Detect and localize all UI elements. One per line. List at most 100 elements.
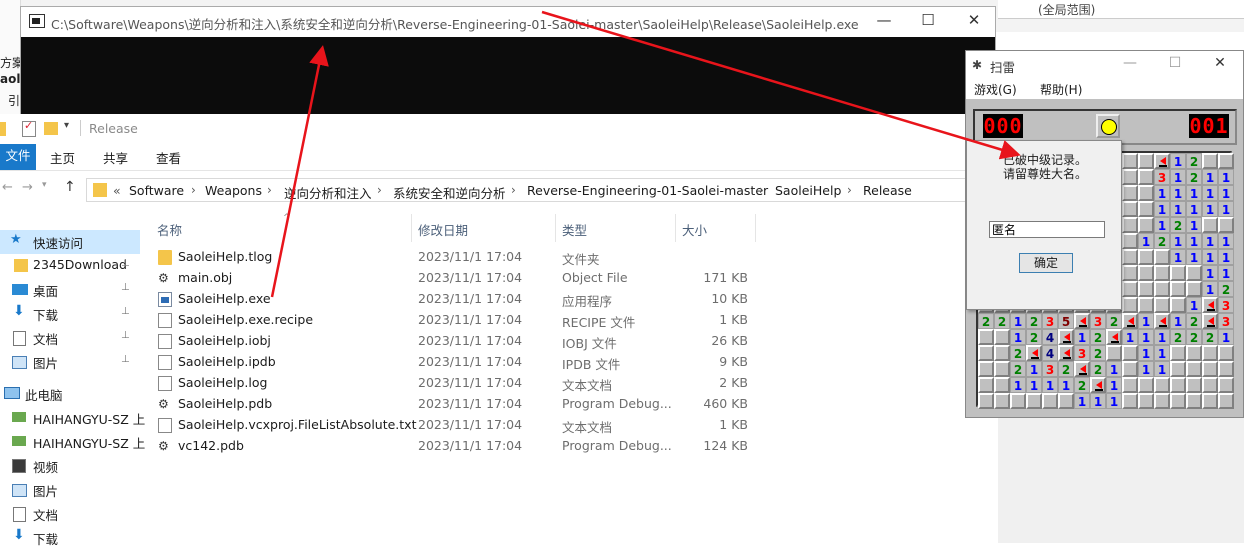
column-divider[interactable] — [675, 214, 676, 242]
flag-icon[interactable] — [1058, 329, 1074, 345]
cell-covered[interactable] — [1122, 281, 1138, 297]
cell-number[interactable]: 3 — [1090, 313, 1106, 329]
tab-share[interactable]: 共享 — [103, 148, 128, 167]
cell-number[interactable]: 1 — [1202, 265, 1218, 281]
cell-number[interactable]: 1 — [1138, 361, 1154, 377]
cell-covered[interactable] — [1138, 185, 1154, 201]
cell-number[interactable]: 2 — [1010, 361, 1026, 377]
cell-number[interactable]: 1 — [1026, 377, 1042, 393]
flag-icon[interactable] — [1026, 345, 1042, 361]
recent-dropdown-icon[interactable]: ▾ — [42, 180, 47, 190]
tab-home[interactable]: 主页 — [50, 148, 75, 167]
cell-number[interactable]: 2 — [1186, 329, 1202, 345]
cell-covered[interactable] — [1042, 393, 1058, 409]
cell-covered[interactable] — [1202, 377, 1218, 393]
cell-covered[interactable] — [1138, 217, 1154, 233]
up-arrow-icon[interactable]: ↑ — [64, 179, 76, 195]
cell-number[interactable]: 1 — [1010, 377, 1026, 393]
cell-number[interactable]: 2 — [1010, 345, 1026, 361]
cell-number[interactable]: 2 — [1218, 281, 1234, 297]
cell-covered[interactable] — [994, 329, 1010, 345]
cell-number[interactable]: 2 — [1154, 233, 1170, 249]
cell-covered[interactable] — [1058, 393, 1074, 409]
ok-button[interactable]: 确定 — [1019, 253, 1073, 273]
cell-number[interactable]: 1 — [1170, 313, 1186, 329]
file-row[interactable]: ⚙ SaoleiHelp.pdb 2023/11/1 17:04 Program De… — [150, 394, 755, 415]
nav-item-this-pc[interactable]: 此电脑 — [0, 382, 140, 406]
file-row[interactable]: SaoleiHelp.ipdb 2023/11/1 17:04 IPDB 文件 9 K… — [150, 352, 755, 373]
breadcrumb-separator-icon[interactable]: › — [759, 183, 764, 197]
cell-covered[interactable] — [1122, 393, 1138, 409]
breadcrumb-item[interactable]: Weapons — [205, 183, 262, 198]
cell-number[interactable]: 1 — [1138, 233, 1154, 249]
breadcrumb-separator-icon[interactable]: › — [267, 183, 272, 197]
cell-number[interactable]: 3 — [1218, 313, 1234, 329]
cell-number[interactable]: 1 — [1202, 249, 1218, 265]
minimize-button[interactable]: — — [869, 11, 899, 29]
cell-number[interactable]: 1 — [1106, 361, 1122, 377]
cell-covered[interactable] — [1138, 377, 1154, 393]
cell-covered[interactable] — [1154, 393, 1170, 409]
cell-number[interactable]: 1 — [1074, 393, 1090, 409]
cell-covered[interactable] — [1186, 281, 1202, 297]
cell-covered[interactable] — [1138, 265, 1154, 281]
cell-number[interactable]: 1 — [1218, 249, 1234, 265]
nav-item-downloads[interactable]: ⬇ 下载 — [0, 526, 140, 550]
breadcrumb-separator-icon[interactable]: › — [847, 183, 852, 197]
nav-item-network-drive[interactable]: HAIHANGYU-SZ 上 — [0, 406, 145, 430]
nav-item-quick-access[interactable]: ★ 快速访问 — [0, 230, 140, 254]
forward-arrow-icon[interactable]: → — [22, 180, 33, 195]
cell-number[interactable]: 1 — [1186, 297, 1202, 313]
column-divider[interactable] — [555, 214, 556, 242]
cell-number[interactable]: 1 — [1154, 217, 1170, 233]
cell-covered[interactable] — [1138, 297, 1154, 313]
pin-icon[interactable]: ⊥ — [121, 354, 130, 365]
cell-covered[interactable] — [1170, 281, 1186, 297]
cell-covered[interactable] — [1170, 393, 1186, 409]
nav-item-documents[interactable]: 文档 ⊥ — [0, 326, 140, 350]
cell-covered[interactable] — [1170, 297, 1186, 313]
nav-item-downloads[interactable]: ⬇ 下载 ⊥ — [0, 302, 140, 326]
file-row[interactable]: ⚙ main.obj 2023/11/1 17:04 Object File 171 K… — [150, 268, 755, 289]
cell-number[interactable]: 1 — [1154, 361, 1170, 377]
cell-number[interactable]: 1 — [1138, 345, 1154, 361]
menu-help[interactable]: 帮助(H) — [1040, 81, 1082, 98]
file-row[interactable]: SaoleiHelp.tlog 2023/11/1 17:04 文件夹 — [150, 247, 755, 268]
cell-number[interactable]: 1 — [1106, 393, 1122, 409]
cell-covered[interactable] — [978, 361, 994, 377]
cell-covered[interactable] — [1186, 393, 1202, 409]
cell-covered[interactable] — [1154, 249, 1170, 265]
cell-covered[interactable] — [1122, 249, 1138, 265]
flag-icon[interactable] — [1154, 313, 1170, 329]
cell-number[interactable]: 1 — [1058, 377, 1074, 393]
cell-covered[interactable] — [1170, 377, 1186, 393]
cell-number[interactable]: 1 — [1170, 153, 1186, 169]
customize-dropdown-icon[interactable]: ▾ — [64, 120, 69, 131]
cell-covered[interactable] — [1218, 377, 1234, 393]
cell-covered[interactable] — [1186, 345, 1202, 361]
nav-item-network-drive[interactable]: HAIHANGYU-SZ 上 — [0, 430, 145, 454]
cell-number[interactable]: 2 — [1058, 361, 1074, 377]
file-row[interactable]: ⚙ vc142.pdb 2023/11/1 17:04 Program Debug..… — [150, 436, 755, 457]
cell-covered[interactable] — [1186, 361, 1202, 377]
cell-number[interactable]: 3 — [1154, 169, 1170, 185]
flag-icon[interactable] — [1154, 153, 1170, 169]
cell-number[interactable]: 1 — [1170, 185, 1186, 201]
cell-covered[interactable] — [994, 361, 1010, 377]
cell-covered[interactable] — [1138, 153, 1154, 169]
cell-number[interactable]: 1 — [1218, 233, 1234, 249]
maximize-button[interactable]: ☐ — [913, 11, 943, 29]
cell-number[interactable]: 3 — [1074, 345, 1090, 361]
properties-icon[interactable]: ✓ — [22, 119, 36, 137]
pin-icon[interactable]: ⊥ — [121, 306, 130, 317]
cell-covered[interactable] — [1170, 345, 1186, 361]
cell-number[interactable]: 1 — [1218, 329, 1234, 345]
cell-covered[interactable] — [978, 393, 994, 409]
cell-number[interactable]: 1 — [1122, 329, 1138, 345]
cell-covered[interactable] — [1122, 345, 1138, 361]
breadcrumb-item[interactable]: 系统安全和逆向分析 — [393, 183, 506, 202]
smiley-face-button[interactable] — [1096, 114, 1120, 138]
console-titlebar[interactable]: C:\Software\Weapons\逆向分析和注入\系统安全和逆向分析\Re… — [21, 7, 995, 37]
cell-number[interactable]: 1 — [1186, 201, 1202, 217]
cell-number[interactable]: 2 — [1170, 329, 1186, 345]
